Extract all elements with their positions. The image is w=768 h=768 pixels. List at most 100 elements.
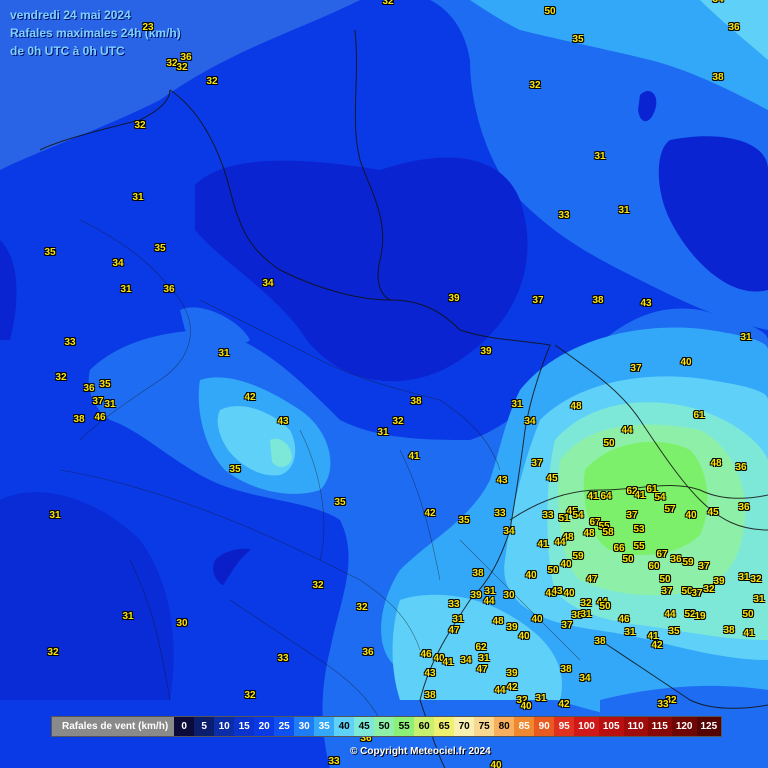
station-value: 34 (579, 673, 591, 684)
station-value: 32 (750, 574, 762, 585)
station-value: 39 (506, 668, 518, 679)
station-value: 31 (452, 614, 464, 625)
station-value: 31 (478, 653, 490, 664)
station-value: 32 (703, 584, 715, 595)
station-value: 37 (92, 396, 104, 407)
station-value: 37 (691, 588, 703, 599)
legend-swatch: 45 (354, 717, 375, 736)
station-value: 36 (735, 462, 747, 473)
station-value: 31 (122, 611, 134, 622)
title-variable: Rafales maximales 24h (km/h) (10, 26, 181, 40)
station-value: 43 (424, 668, 436, 679)
station-value: 43 (640, 298, 652, 309)
station-value: 33 (657, 699, 669, 710)
station-value: 34 (524, 416, 536, 427)
station-value: 50 (659, 574, 671, 585)
station-value: 34 (712, 0, 723, 5)
legend-swatch: 90 (534, 717, 555, 736)
station-value: 31 (738, 572, 750, 583)
station-value: 39 (506, 622, 518, 633)
station-value: 30 (503, 590, 515, 601)
station-value: 32 (356, 602, 368, 613)
station-value: 34 (112, 258, 124, 269)
station-value: 59 (572, 551, 584, 562)
station-value: 50 (547, 565, 559, 576)
station-value: 42 (651, 640, 663, 651)
legend-swatch: 75 (474, 717, 495, 736)
station-value: 38 (712, 72, 724, 83)
station-value: 44 (664, 609, 676, 620)
station-value: 34 (503, 526, 515, 537)
station-value: 50 (544, 6, 556, 17)
station-value: 38 (410, 396, 422, 407)
legend-swatch: 35 (314, 717, 335, 736)
station-value: 53 (633, 524, 645, 535)
station-value: 35 (99, 379, 111, 390)
station-value: 31 (594, 151, 606, 162)
legend-swatch: 65 (434, 717, 455, 736)
station-value: 38 (592, 295, 604, 306)
station-value: 32 (382, 0, 394, 7)
station-value: 33 (494, 508, 506, 519)
station-value: 36 (362, 647, 374, 658)
station-value: 37 (531, 458, 543, 469)
station-value: 46 (94, 412, 106, 423)
station-value: 33 (277, 653, 289, 664)
station-value: 33 (448, 599, 460, 610)
station-value: 44 (483, 596, 495, 607)
station-value: 32 (206, 76, 218, 87)
station-value: 30 (176, 618, 188, 629)
station-value: 34 (262, 278, 274, 289)
station-value: 36 (163, 284, 175, 295)
station-value: 31 (740, 332, 752, 343)
title-period: de 0h UTC à 0h UTC (10, 44, 125, 58)
station-value: 35 (229, 464, 241, 475)
station-value: 38 (594, 636, 606, 647)
legend-swatch: 110 (623, 717, 648, 736)
legend-swatch: 55 (394, 717, 415, 736)
station-value: 31 (511, 399, 523, 410)
station-value: 31 (753, 594, 765, 605)
station-value: 19 (694, 611, 706, 622)
legend-swatch: 105 (598, 717, 624, 736)
station-value: 38 (424, 690, 436, 701)
station-value: 40 (490, 760, 502, 768)
station-value: 50 (742, 609, 754, 620)
legend-swatch: 80 (494, 717, 515, 736)
station-value: 31 (624, 627, 636, 638)
station-value: 31 (120, 284, 132, 295)
station-value: 40 (685, 510, 697, 521)
gust-field (0, 0, 768, 768)
station-value: 36 (738, 502, 750, 513)
station-value: 58 (602, 527, 614, 538)
station-value: 38 (723, 625, 735, 636)
map-title: vendredi 24 mai 2024 Rafales maximales 2… (10, 6, 181, 60)
station-value: 50 (622, 554, 634, 565)
legend-swatch: 60 (414, 717, 435, 736)
station-value: 54 (654, 492, 666, 503)
station-value: 31 (218, 348, 230, 359)
legend-swatch: 15 (234, 717, 255, 736)
station-value: 41 (537, 539, 549, 550)
station-value: 39 (480, 346, 492, 357)
title-date: vendredi 24 mai 2024 (10, 8, 131, 22)
station-value: 33 (64, 337, 76, 348)
station-value: 37 (698, 561, 710, 572)
station-value: 60 (648, 561, 660, 572)
station-value: 40 (563, 588, 575, 599)
station-value: 40 (525, 570, 537, 581)
station-value: 38 (73, 414, 85, 425)
station-value: 38 (560, 664, 572, 675)
station-value: 64 (600, 491, 612, 502)
station-value: 45 (546, 473, 558, 484)
station-value: 32 (529, 80, 541, 91)
station-value: 33 (558, 210, 570, 221)
station-value: 41 (587, 491, 599, 502)
station-value: 37 (626, 510, 638, 521)
station-value: 33 (542, 510, 554, 521)
station-value: 38 (472, 568, 484, 579)
station-value: 48 (570, 401, 582, 412)
copyright-notice: © Copyright Meteociel.fr 2024 (350, 746, 491, 757)
station-value: 36 (670, 554, 682, 565)
station-value: 31 (132, 192, 144, 203)
